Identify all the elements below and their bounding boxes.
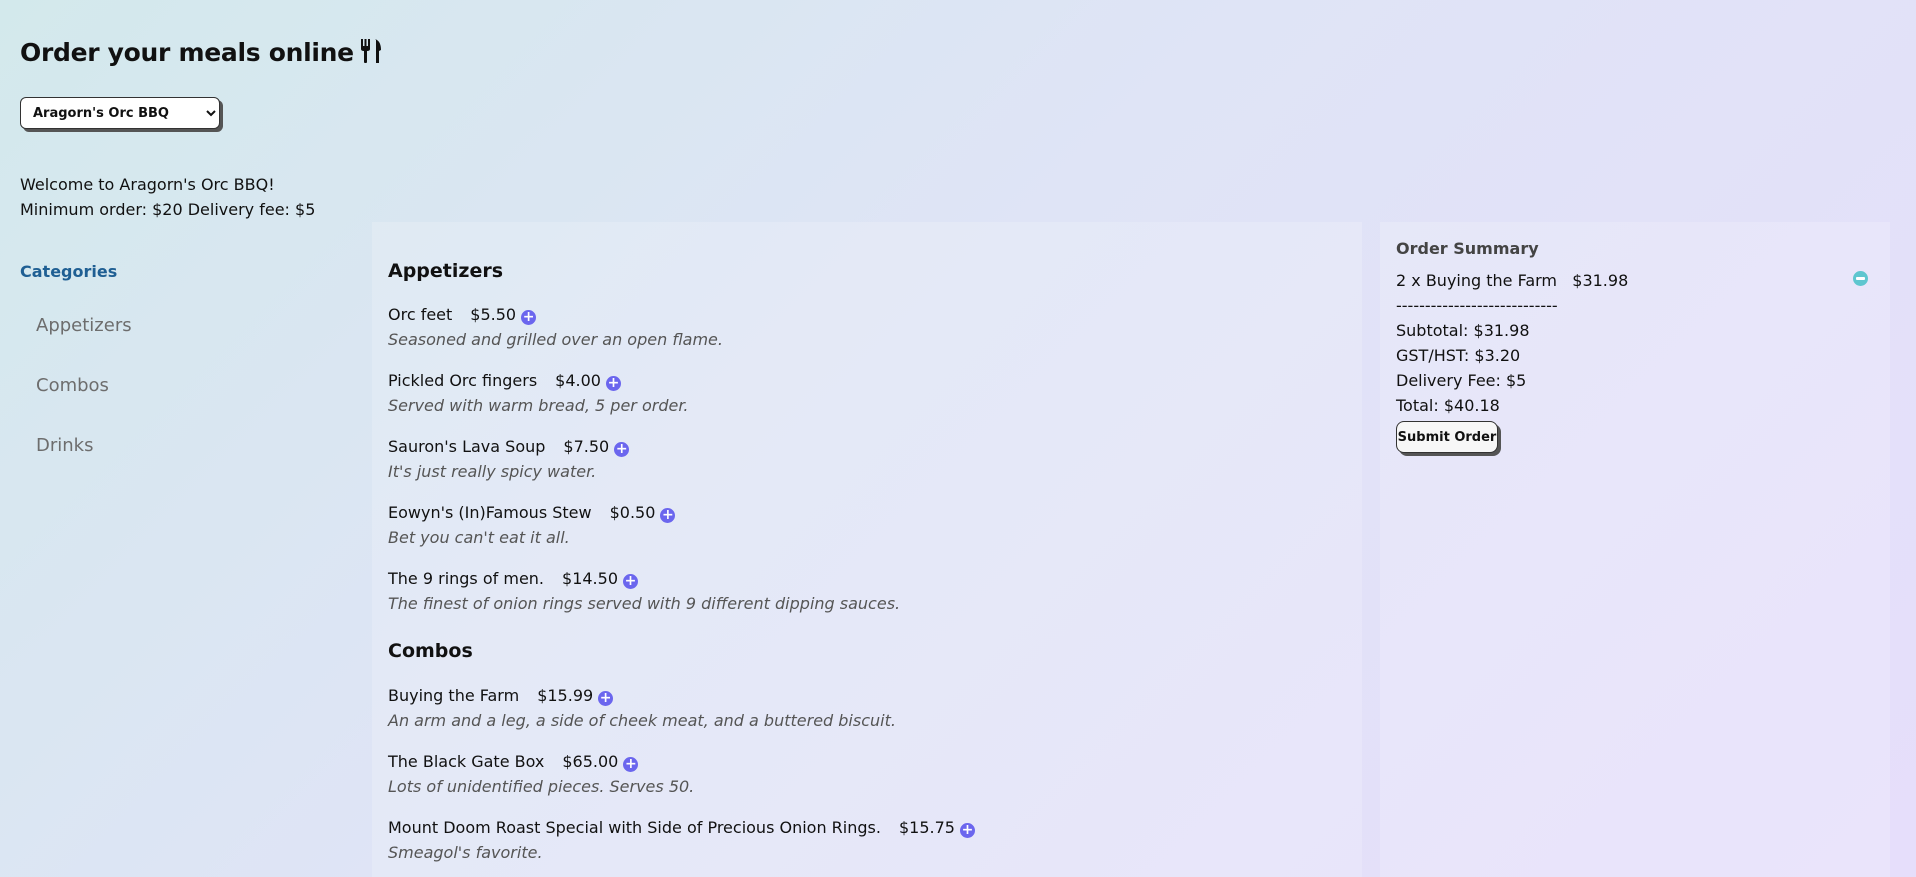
menu-item-description: Served with warm bread, 5 per order. <box>388 396 689 415</box>
menu-item-name: Orc feet <box>388 305 453 324</box>
remove-item-icon[interactable] <box>1853 271 1868 286</box>
sidebar-item-combos[interactable]: Combos <box>36 375 109 396</box>
menu-item-description: The finest of onion rings served with 9 … <box>388 594 901 613</box>
menu-item: Buying the Farm $15.99 + An arm and a leg,… <box>388 683 1348 733</box>
menu-item-name: The Black Gate Box <box>388 752 545 771</box>
order-line-item: 2 x Buying the Farm $31.98 <box>1396 271 1629 290</box>
menu-item-description: Seasoned and grilled over an open flame. <box>388 330 723 349</box>
menu-item-name: Buying the Farm <box>388 686 520 705</box>
sidebar-item-appetizers[interactable]: Appetizers <box>36 315 132 336</box>
page-title-text: Order your meals online <box>20 38 354 67</box>
menu-item-name: Eowyn's (In)Famous Stew <box>388 503 592 522</box>
restaurant-select[interactable]: Aragorn's Orc BBQ <box>20 97 220 129</box>
menu-item-name: The 9 rings of men. <box>388 569 545 588</box>
order-subtotal: Subtotal: $31.98 <box>1396 321 1530 340</box>
menu-item: The Black Gate Box $65.00 + Lots of uniden… <box>388 749 1348 799</box>
order-tax: GST/HST: $3.20 <box>1396 346 1521 365</box>
menu-item-description: Bet you can't eat it all. <box>388 528 570 547</box>
welcome-message: Welcome to Aragorn's Orc BBQ! <box>20 175 275 194</box>
sidebar-item-drinks[interactable]: Drinks <box>36 435 93 456</box>
add-item-icon[interactable]: + <box>614 442 630 457</box>
page-title: Order your meals online <box>20 38 382 70</box>
menu-item: Orc feet $5.50 + Seasoned and grilled over… <box>388 302 1348 352</box>
menu-item-description: An arm and a leg, a side of cheek meat, … <box>388 711 896 730</box>
categories-heading: Categories <box>20 262 118 281</box>
menu-item-name: Pickled Orc fingers <box>388 371 538 390</box>
menu-item-price: $15.75 <box>898 818 955 837</box>
add-item-icon[interactable]: + <box>623 574 638 589</box>
add-item-icon[interactable]: + <box>959 823 975 838</box>
add-item-icon[interactable]: + <box>623 757 639 772</box>
order-total: Total: $40.18 <box>1396 396 1500 415</box>
menu-item: Pickled Orc fingers $4.00 + Served with wa… <box>388 368 1348 418</box>
menu-item-description: It's just really spicy water. <box>388 462 597 481</box>
section-title-appetizers: Appetizers <box>388 260 504 282</box>
order-summary-panel: Order Summary 2 x Buying the Farm $31.98… <box>1380 222 1890 877</box>
menu-item-price: $7.50 <box>563 437 610 456</box>
order-delivery-fee: Delivery Fee: $5 <box>1396 371 1527 390</box>
menu-item-price: $14.50 <box>562 569 618 588</box>
section-title-combos: Combos <box>388 640 473 662</box>
fork-knife-icon <box>360 38 382 70</box>
categories-sidebar: Categories Appetizers Combos Drinks <box>0 222 352 877</box>
submit-order-button[interactable]: Submit Order <box>1396 421 1498 453</box>
order-terms: Minimum order: $20 Delivery fee: $5 <box>20 200 316 219</box>
order-summary-title: Order Summary <box>1396 239 1539 258</box>
menu-item-price: $0.50 <box>609 503 656 522</box>
menu-item: The 9 rings of men. $14.50 + The finest of… <box>388 566 1348 616</box>
menu-item-name: Mount Doom Roast Special with Side of Pr… <box>388 818 881 837</box>
menu-item-price: $5.50 <box>470 305 517 324</box>
order-divider: ---------------------------- <box>1396 296 1558 315</box>
menu-item: Sauron's Lava Soup $7.50 + It's just reall… <box>388 434 1348 484</box>
welcome-block: Welcome to Aragorn's Orc BBQ! Minimum or… <box>20 172 315 222</box>
menu-item-name: Sauron's Lava Soup <box>388 437 546 456</box>
menu-item-price: $4.00 <box>555 371 601 390</box>
add-item-icon[interactable]: + <box>660 508 676 523</box>
add-item-icon[interactable]: + <box>598 691 614 706</box>
menu-item-price: $65.00 <box>562 752 619 771</box>
menu-item-price: $15.99 <box>537 686 594 705</box>
menu-item-description: Lots of unidentified pieces. Serves 50. <box>388 777 695 796</box>
menu-panel: Appetizers Orc feet $5.50 + Seasoned and g… <box>372 222 1362 877</box>
menu-item: Mount Doom Roast Special with Side of Pr… <box>388 815 1348 865</box>
add-item-icon[interactable]: + <box>605 376 621 391</box>
add-item-icon[interactable]: + <box>521 310 537 325</box>
menu-item-description: Smeagol's favorite. <box>388 843 543 862</box>
menu-item: Eowyn's (In)Famous Stew $0.50 + Bet you ca… <box>388 500 1348 550</box>
